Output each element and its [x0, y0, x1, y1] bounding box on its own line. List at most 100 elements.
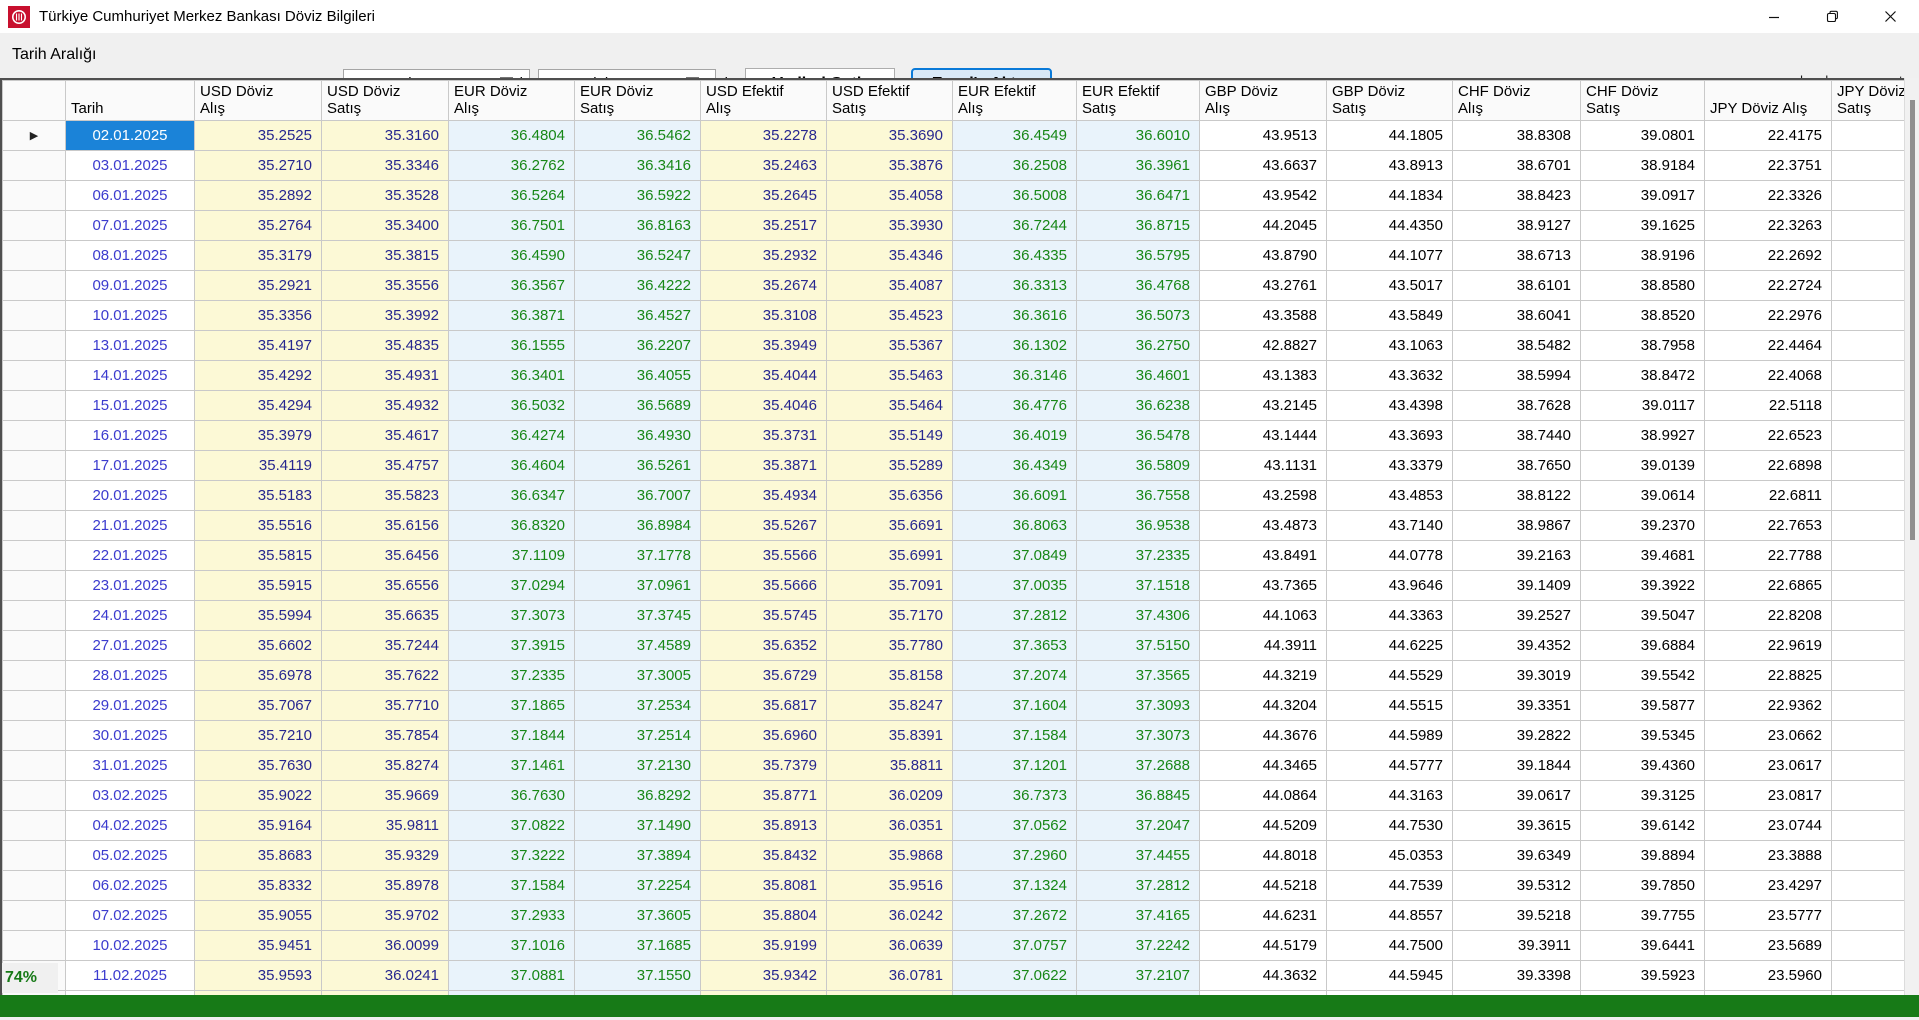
grid-cell[interactable]: 22 [1832, 271, 1905, 301]
grid-cell[interactable]: 39.5047 [1581, 601, 1705, 631]
grid-cell[interactable]: 37.2047 [1077, 811, 1200, 841]
grid-cell[interactable]: 36.6091 [953, 481, 1077, 511]
grid-cell[interactable]: 36.4776 [953, 391, 1077, 421]
date-cell[interactable]: 30.01.2025 [66, 721, 195, 751]
date-cell[interactable]: 15.01.2025 [66, 391, 195, 421]
grid-cell[interactable]: 37.0562 [953, 811, 1077, 841]
date-cell[interactable]: 10.01.2025 [66, 301, 195, 331]
grid-cell[interactable]: 39.1625 [1581, 211, 1705, 241]
grid-cell[interactable]: 37.1490 [575, 811, 701, 841]
grid-cell[interactable]: 37.1324 [953, 871, 1077, 901]
grid-cell[interactable]: 38.9127 [1453, 211, 1581, 241]
grid-cell[interactable]: 36.6010 [1077, 121, 1200, 151]
grid-cell[interactable]: 35.9055 [195, 901, 322, 931]
grid-cell[interactable]: 43.9646 [1327, 571, 1453, 601]
grid-cell[interactable]: 22 [1832, 121, 1905, 151]
column-header[interactable]: EUR EfektifAlış [953, 81, 1077, 121]
grid-cell[interactable]: 36.7007 [575, 481, 701, 511]
grid-cell[interactable]: 35.3731 [701, 421, 827, 451]
grid-cell[interactable]: 23 [1832, 841, 1905, 871]
grid-cell[interactable]: 39.1844 [1453, 751, 1581, 781]
date-cell[interactable]: 14.01.2025 [66, 361, 195, 391]
grid-cell[interactable]: 44.3465 [1200, 751, 1327, 781]
grid-cell[interactable]: 37.2335 [1077, 541, 1200, 571]
grid-cell[interactable]: 37.4589 [575, 631, 701, 661]
grid-cell[interactable]: 44.3163 [1327, 781, 1453, 811]
grid-cell[interactable]: 35.9451 [195, 931, 322, 961]
grid-cell[interactable]: 37.0294 [449, 571, 575, 601]
grid-cell[interactable]: 36.8063 [953, 511, 1077, 541]
grid-cell[interactable]: 22 [1832, 541, 1905, 571]
grid-cell[interactable]: 35.3556 [322, 271, 449, 301]
grid-cell[interactable]: 35.6602 [195, 631, 322, 661]
grid-cell[interactable]: 35.4523 [827, 301, 953, 331]
grid-cell[interactable]: 36.5032 [449, 391, 575, 421]
date-cell[interactable]: 04.02.2025 [66, 811, 195, 841]
grid-cell[interactable]: 23.4297 [1705, 871, 1832, 901]
date-cell[interactable]: 28.01.2025 [66, 661, 195, 691]
grid-cell[interactable]: 37.3073 [1077, 721, 1200, 751]
grid-cell[interactable]: 39.0617 [1453, 781, 1581, 811]
row-selector[interactable] [3, 541, 66, 571]
grid-cell[interactable]: 36.8163 [575, 211, 701, 241]
grid-cell[interactable]: 35.2525 [195, 121, 322, 151]
grid-cell[interactable]: 36.4804 [449, 121, 575, 151]
grid-cell[interactable]: 37.2074 [953, 661, 1077, 691]
grid-cell[interactable]: 35.7710 [322, 691, 449, 721]
row-selector[interactable] [3, 481, 66, 511]
grid-cell[interactable]: 38.8580 [1581, 271, 1705, 301]
column-header[interactable]: JPY Döviz Alış [1705, 81, 1832, 121]
grid-cell[interactable]: 23 [1832, 781, 1905, 811]
grid-cell[interactable]: 23 [1832, 721, 1905, 751]
grid-cell[interactable]: 44.6231 [1200, 901, 1327, 931]
grid-cell[interactable]: 35.9342 [701, 961, 827, 991]
column-header[interactable]: USD EfektifSatış [827, 81, 953, 121]
grid-cell[interactable]: 35.5267 [701, 511, 827, 541]
grid-cell[interactable]: 23.3888 [1705, 841, 1832, 871]
grid-cell[interactable]: 44.1805 [1327, 121, 1453, 151]
row-selector[interactable] [3, 721, 66, 751]
grid-cell[interactable]: 35.8391 [827, 721, 953, 751]
grid-cell[interactable]: 37.4306 [1077, 601, 1200, 631]
row-selector[interactable] [3, 451, 66, 481]
grid-cell[interactable]: 35.2921 [195, 271, 322, 301]
grid-cell[interactable]: 35.3528 [322, 181, 449, 211]
column-header[interactable]: USD DövizAlış [195, 81, 322, 121]
grid-cell[interactable]: 39.5345 [1581, 721, 1705, 751]
date-cell[interactable]: 02.01.2025 [66, 121, 195, 151]
grid-cell[interactable]: 43.4873 [1200, 511, 1327, 541]
minimize-button[interactable] [1745, 0, 1803, 33]
grid-cell[interactable]: 36.8320 [449, 511, 575, 541]
grid-cell[interactable]: 23 [1832, 811, 1905, 841]
grid-cell[interactable]: 36.4549 [953, 121, 1077, 151]
grid-cell[interactable]: 37.5150 [1077, 631, 1200, 661]
grid-cell[interactable]: 43.2145 [1200, 391, 1327, 421]
grid-cell[interactable]: 36.0242 [827, 901, 953, 931]
grid-cell[interactable]: 37.3894 [575, 841, 701, 871]
grid-cell[interactable]: 35.8683 [195, 841, 322, 871]
grid-cell[interactable]: 36.4601 [1077, 361, 1200, 391]
grid-cell[interactable]: 38.6713 [1453, 241, 1581, 271]
row-selector[interactable] [3, 811, 66, 841]
grid-cell[interactable]: 43.8790 [1200, 241, 1327, 271]
row-selector-header[interactable] [3, 81, 66, 121]
grid-cell[interactable]: 35.2710 [195, 151, 322, 181]
grid-cell[interactable]: 35.2764 [195, 211, 322, 241]
grid-cell[interactable]: 36.3416 [575, 151, 701, 181]
grid-cell[interactable]: 22.4175 [1705, 121, 1832, 151]
grid-cell[interactable]: 37.2812 [1077, 871, 1200, 901]
grid-cell[interactable]: 22 [1832, 601, 1905, 631]
date-cell[interactable]: 07.02.2025 [66, 901, 195, 931]
grid-cell[interactable]: 36.8292 [575, 781, 701, 811]
grid-cell[interactable]: 35.2278 [701, 121, 827, 151]
grid-cell[interactable]: 36.4590 [449, 241, 575, 271]
grid-cell[interactable]: 37.3093 [1077, 691, 1200, 721]
grid-cell[interactable]: 39.0117 [1581, 391, 1705, 421]
grid-cell[interactable]: 35.9199 [701, 931, 827, 961]
grid-cell[interactable]: 35.4932 [322, 391, 449, 421]
grid-cell[interactable]: 35.2674 [701, 271, 827, 301]
grid-cell[interactable]: 22.2976 [1705, 301, 1832, 331]
grid-cell[interactable]: 39.3922 [1581, 571, 1705, 601]
grid-cell[interactable]: 22 [1832, 481, 1905, 511]
grid-cell[interactable]: 44.8018 [1200, 841, 1327, 871]
